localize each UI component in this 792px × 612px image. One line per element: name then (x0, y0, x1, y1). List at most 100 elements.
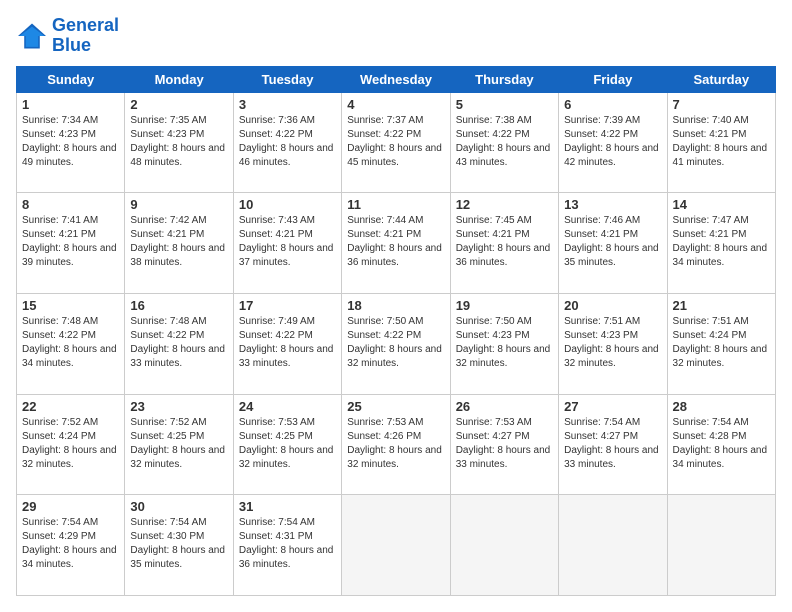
page: General Blue SundayMondayTuesdayWednesda… (0, 0, 792, 612)
day-info: Sunrise: 7:39 AMSunset: 4:22 PMDaylight:… (564, 114, 661, 170)
day-number: 5 (456, 97, 553, 112)
day-number: 13 (564, 197, 661, 212)
header: General Blue (16, 16, 776, 56)
day-number: 4 (347, 97, 444, 112)
day-header: Friday (559, 66, 667, 92)
day-number: 8 (22, 197, 119, 212)
calendar-cell: 18 Sunrise: 7:50 AMSunset: 4:22 PMDayligh… (342, 293, 450, 394)
day-number: 30 (130, 499, 227, 514)
day-info: Sunrise: 7:48 AMSunset: 4:22 PMDaylight:… (22, 315, 119, 371)
calendar-cell: 6 Sunrise: 7:39 AMSunset: 4:22 PMDaylight… (559, 92, 667, 193)
day-info: Sunrise: 7:34 AMSunset: 4:23 PMDaylight:… (22, 114, 119, 170)
day-info: Sunrise: 7:53 AMSunset: 4:25 PMDaylight:… (239, 416, 336, 472)
day-info: Sunrise: 7:54 AMSunset: 4:27 PMDaylight:… (564, 416, 661, 472)
day-info: Sunrise: 7:54 AMSunset: 4:31 PMDaylight:… (239, 516, 336, 572)
day-info: Sunrise: 7:46 AMSunset: 4:21 PMDaylight:… (564, 214, 661, 270)
day-info: Sunrise: 7:53 AMSunset: 4:27 PMDaylight:… (456, 416, 553, 472)
calendar-cell: 12Sunrise: 7:45 AMSunset: 4:21 PMDayligh… (450, 193, 558, 294)
calendar-cell: 2 Sunrise: 7:35 AMSunset: 4:23 PMDaylight… (125, 92, 233, 193)
day-info: Sunrise: 7:52 AMSunset: 4:24 PMDaylight:… (22, 416, 119, 472)
calendar-cell: 5Sunrise: 7:38 AMSunset: 4:22 PMDaylight… (450, 92, 558, 193)
day-number: 25 (347, 399, 444, 414)
logo-text: General Blue (52, 16, 119, 56)
day-info: Sunrise: 7:41 AMSunset: 4:21 PMDaylight:… (22, 214, 119, 270)
calendar-cell: 30 Sunrise: 7:54 AMSunset: 4:30 PMDayligh… (125, 495, 233, 596)
calendar-cell: 31Sunrise: 7:54 AMSunset: 4:31 PMDayligh… (233, 495, 341, 596)
day-info: Sunrise: 7:52 AMSunset: 4:25 PMDaylight:… (130, 416, 227, 472)
day-number: 18 (347, 298, 444, 313)
calendar-cell: 22 Sunrise: 7:52 AMSunset: 4:24 PMDayligh… (17, 394, 125, 495)
day-info: Sunrise: 7:54 AMSunset: 4:30 PMDaylight:… (130, 516, 227, 572)
calendar-cell: 14 Sunrise: 7:47 AMSunset: 4:21 PMDayligh… (667, 193, 775, 294)
calendar-cell (667, 495, 775, 596)
calendar-cell: 15 Sunrise: 7:48 AMSunset: 4:22 PMDayligh… (17, 293, 125, 394)
day-info: Sunrise: 7:51 AMSunset: 4:24 PMDaylight:… (673, 315, 770, 371)
day-header: Tuesday (233, 66, 341, 92)
day-info: Sunrise: 7:53 AMSunset: 4:26 PMDaylight:… (347, 416, 444, 472)
day-number: 28 (673, 399, 770, 414)
day-info: Sunrise: 7:51 AMSunset: 4:23 PMDaylight:… (564, 315, 661, 371)
day-number: 11 (347, 197, 444, 212)
calendar-cell: 25 Sunrise: 7:53 AMSunset: 4:26 PMDayligh… (342, 394, 450, 495)
day-info: Sunrise: 7:48 AMSunset: 4:22 PMDaylight:… (130, 315, 227, 371)
day-info: Sunrise: 7:44 AMSunset: 4:21 PMDaylight:… (347, 214, 444, 270)
day-number: 20 (564, 298, 661, 313)
calendar-cell: 17 Sunrise: 7:49 AMSunset: 4:22 PMDayligh… (233, 293, 341, 394)
day-number: 6 (564, 97, 661, 112)
day-info: Sunrise: 7:54 AMSunset: 4:28 PMDaylight:… (673, 416, 770, 472)
calendar-cell: 23 Sunrise: 7:52 AMSunset: 4:25 PMDayligh… (125, 394, 233, 495)
day-header: Saturday (667, 66, 775, 92)
day-info: Sunrise: 7:35 AMSunset: 4:23 PMDaylight:… (130, 114, 227, 170)
calendar-cell: 9 Sunrise: 7:42 AMSunset: 4:21 PMDaylight… (125, 193, 233, 294)
logo: General Blue (16, 16, 119, 56)
day-info: Sunrise: 7:49 AMSunset: 4:22 PMDaylight:… (239, 315, 336, 371)
calendar-cell: 10 Sunrise: 7:43 AMSunset: 4:21 PMDayligh… (233, 193, 341, 294)
day-info: Sunrise: 7:50 AMSunset: 4:23 PMDaylight:… (456, 315, 553, 371)
calendar-cell: 28 Sunrise: 7:54 AMSunset: 4:28 PMDayligh… (667, 394, 775, 495)
day-header: Monday (125, 66, 233, 92)
calendar-cell: 7Sunrise: 7:40 AMSunset: 4:21 PMDaylight… (667, 92, 775, 193)
day-header: Thursday (450, 66, 558, 92)
calendar-cell: 24 Sunrise: 7:53 AMSunset: 4:25 PMDayligh… (233, 394, 341, 495)
day-number: 17 (239, 298, 336, 313)
day-number: 7 (673, 97, 770, 112)
day-number: 21 (673, 298, 770, 313)
calendar-cell (450, 495, 558, 596)
calendar-cell: 8 Sunrise: 7:41 AMSunset: 4:21 PMDaylight… (17, 193, 125, 294)
day-info: Sunrise: 7:50 AMSunset: 4:22 PMDaylight:… (347, 315, 444, 371)
calendar-table: SundayMondayTuesdayWednesdayThursdayFrid… (16, 66, 776, 596)
day-info: Sunrise: 7:36 AMSunset: 4:22 PMDaylight:… (239, 114, 336, 170)
day-info: Sunrise: 7:43 AMSunset: 4:21 PMDaylight:… (239, 214, 336, 270)
day-number: 1 (22, 97, 119, 112)
day-header: Wednesday (342, 66, 450, 92)
calendar-cell: 16 Sunrise: 7:48 AMSunset: 4:22 PMDayligh… (125, 293, 233, 394)
calendar-cell: 4 Sunrise: 7:37 AMSunset: 4:22 PMDaylight… (342, 92, 450, 193)
calendar-cell (342, 495, 450, 596)
day-number: 16 (130, 298, 227, 313)
calendar-cell: 19Sunrise: 7:50 AMSunset: 4:23 PMDayligh… (450, 293, 558, 394)
day-number: 9 (130, 197, 227, 212)
day-number: 29 (22, 499, 119, 514)
day-info: Sunrise: 7:47 AMSunset: 4:21 PMDaylight:… (673, 214, 770, 270)
day-number: 15 (22, 298, 119, 313)
logo-icon (16, 22, 48, 50)
day-number: 22 (22, 399, 119, 414)
day-number: 27 (564, 399, 661, 414)
day-number: 26 (456, 399, 553, 414)
day-info: Sunrise: 7:42 AMSunset: 4:21 PMDaylight:… (130, 214, 227, 270)
calendar-cell: 27 Sunrise: 7:54 AMSunset: 4:27 PMDayligh… (559, 394, 667, 495)
calendar-cell (559, 495, 667, 596)
calendar-cell: 11 Sunrise: 7:44 AMSunset: 4:21 PMDayligh… (342, 193, 450, 294)
calendar-cell: 3 Sunrise: 7:36 AMSunset: 4:22 PMDaylight… (233, 92, 341, 193)
day-info: Sunrise: 7:37 AMSunset: 4:22 PMDaylight:… (347, 114, 444, 170)
day-number: 3 (239, 97, 336, 112)
day-number: 23 (130, 399, 227, 414)
day-number: 10 (239, 197, 336, 212)
day-number: 24 (239, 399, 336, 414)
day-header: Sunday (17, 66, 125, 92)
calendar-cell: 26 Sunrise: 7:53 AMSunset: 4:27 PMDayligh… (450, 394, 558, 495)
day-number: 14 (673, 197, 770, 212)
calendar-cell: 21 Sunrise: 7:51 AMSunset: 4:24 PMDayligh… (667, 293, 775, 394)
day-number: 2 (130, 97, 227, 112)
day-number: 12 (456, 197, 553, 212)
